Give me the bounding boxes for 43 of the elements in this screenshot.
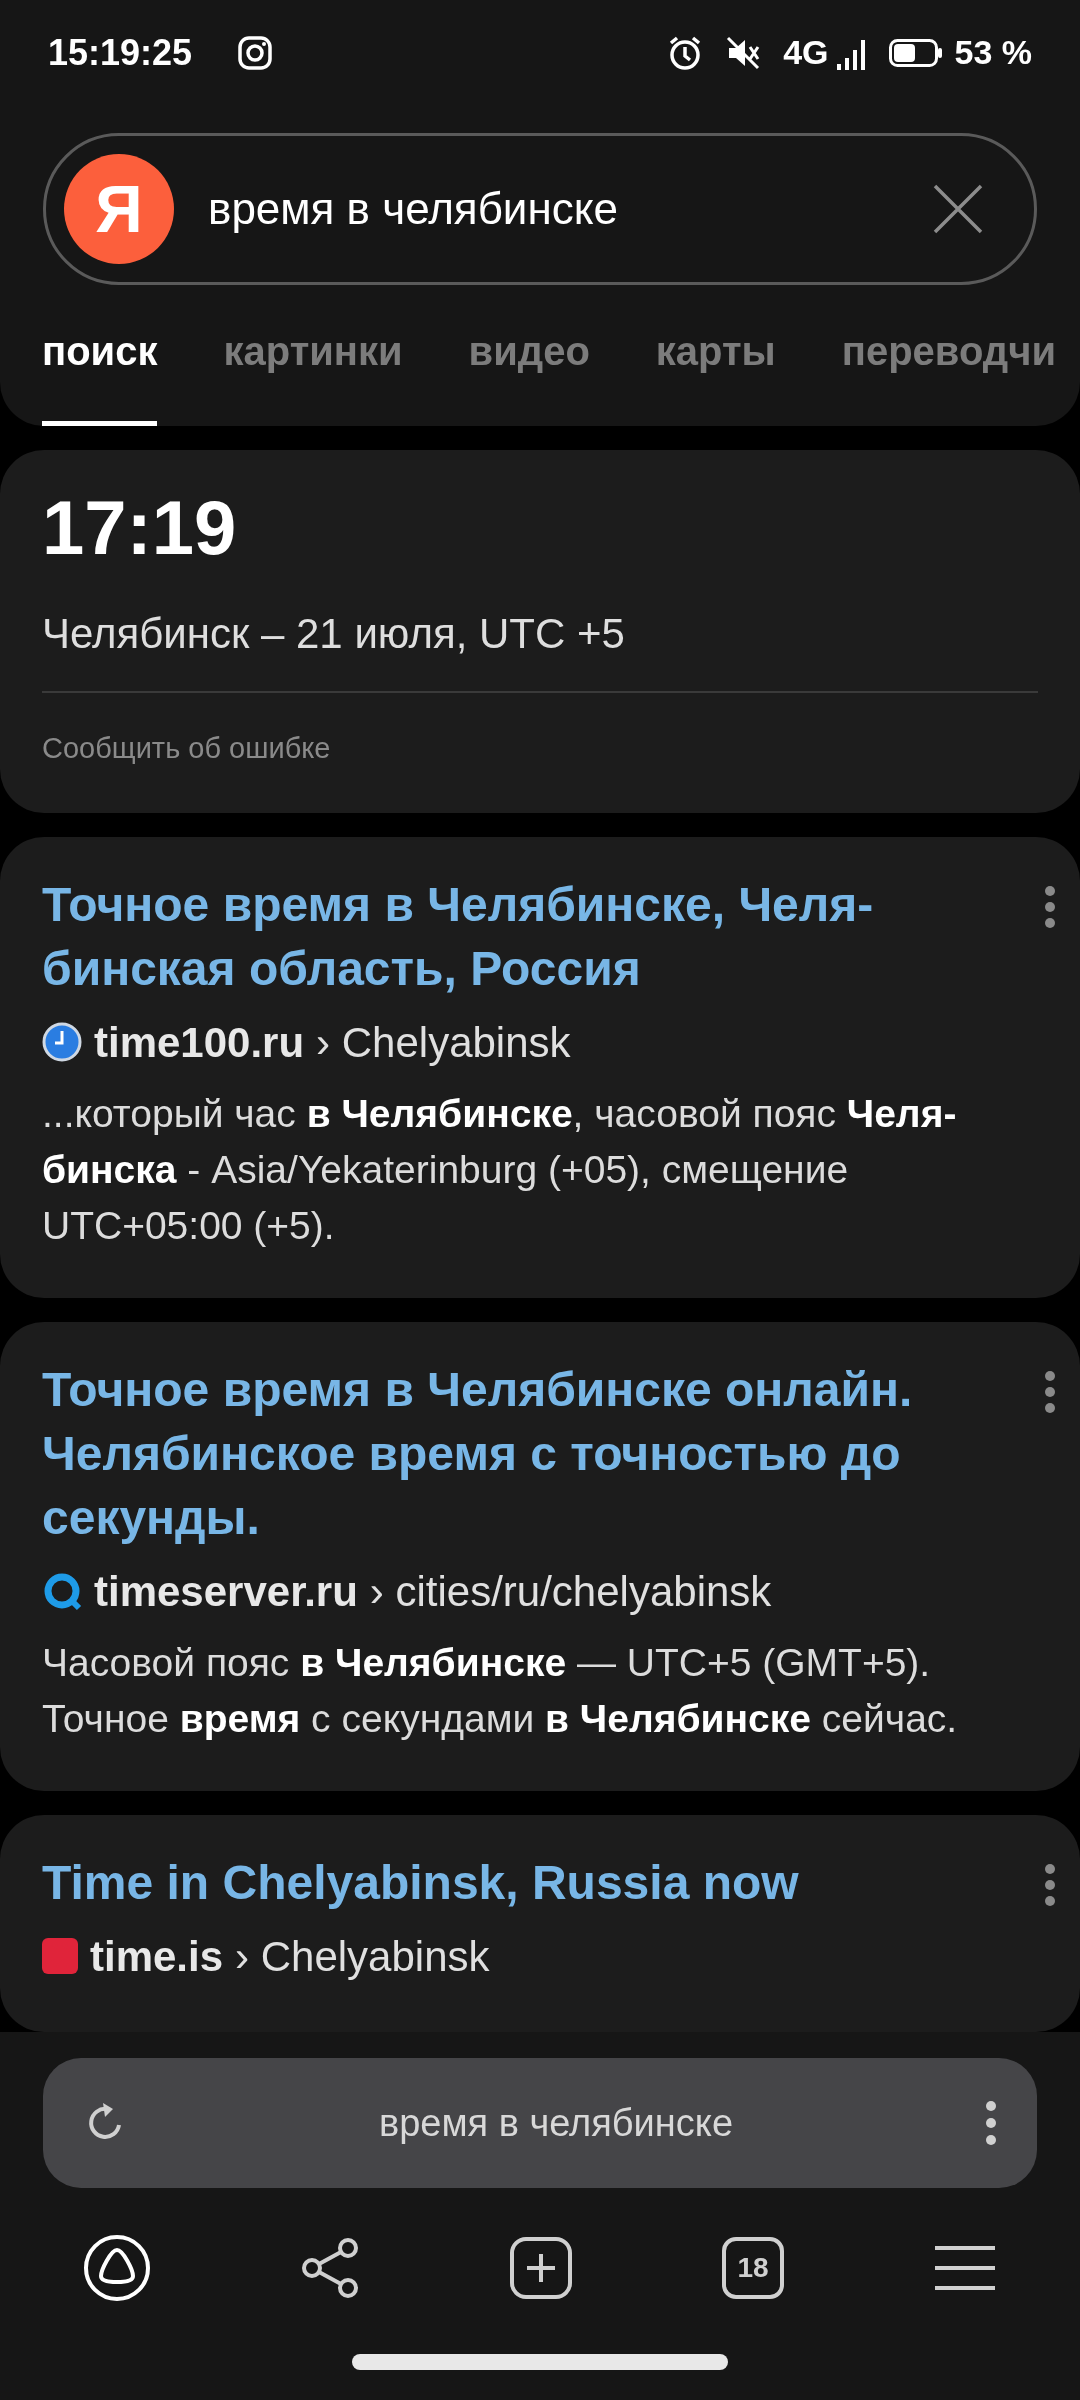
status-time: 15:19:25 <box>48 30 193 75</box>
close-icon[interactable] <box>932 183 984 235</box>
result-path: › Chelyabinsk <box>235 1931 490 1982</box>
network-type: 4G <box>783 32 829 73</box>
camera-icon <box>238 35 273 70</box>
result-snippet: Часовой пояс в Челябинске — UTC+5 (GMT+5). Точное время с секундами в Челябинске сейчас. <box>42 1639 959 1742</box>
tabs-count-button[interactable]: 18 <box>722 2237 784 2299</box>
tab[interactable]: поиск <box>42 315 158 426</box>
assistant-icon[interactable] <box>83 2234 151 2302</box>
time-subtitle: Челябинск – 21 июля, UTC +5 <box>42 609 626 659</box>
address-text: время в челябинске <box>377 2100 734 2146</box>
new-tab-icon[interactable] <box>509 2236 573 2300</box>
tab[interactable]: карты <box>655 315 776 426</box>
tab[interactable]: переводчи <box>841 315 1056 426</box>
logo: Я <box>64 154 174 264</box>
result-domain[interactable]: time100.ru <box>94 1010 305 1074</box>
result-domain[interactable]: time.is <box>90 1924 224 1988</box>
site-icon <box>42 1938 78 1974</box>
address-bar[interactable]: время в челябинске <box>43 2058 1037 2188</box>
report-error-link[interactable]: Сообщить об ошибке <box>42 727 1038 771</box>
ring-icon <box>42 1571 82 1611</box>
menu-icon[interactable] <box>933 2245 997 2291</box>
mute-icon <box>725 34 762 71</box>
result-path: › Chelyabinsk <box>316 1017 571 1068</box>
more-icon[interactable] <box>1044 884 1056 929</box>
more-icon[interactable] <box>985 2100 997 2146</box>
battery-percent: 53 % <box>954 32 1032 73</box>
result-path: › cities/ru/chelyabinsk <box>369 1566 772 1617</box>
search-query: время в челябинске <box>208 183 619 235</box>
result-title[interactable]: Time in Chelyabinsk, Russia now <box>42 1850 1044 1915</box>
clock-icon <box>42 1022 82 1062</box>
tab[interactable]: видео <box>468 315 590 426</box>
result-title[interactable]: Точное время в Челябинске, Челя-бинская область, Россия <box>42 872 1044 1001</box>
result-domain[interactable]: timeserver.ru <box>94 1559 358 1623</box>
more-icon[interactable] <box>1044 1369 1056 1414</box>
battery-icon <box>888 38 943 67</box>
result-snippet: ...который час в Челябинске, часовой пояс Челя-бинска - Asia/Yekaterinburg (+05), смещение UTC+05:00 (+5). <box>42 1090 958 1249</box>
share-icon[interactable] <box>300 2236 360 2300</box>
result-title[interactable]: Точное время в Челябинске онлайн. Челябинское время с точностью до секунды. <box>42 1357 1044 1550</box>
tab[interactable]: картинки <box>223 315 403 426</box>
more-icon[interactable] <box>1044 1862 1056 1907</box>
current-time: 17:19 <box>42 490 238 566</box>
search-field[interactable]: Я время в челябинске <box>43 133 1037 285</box>
